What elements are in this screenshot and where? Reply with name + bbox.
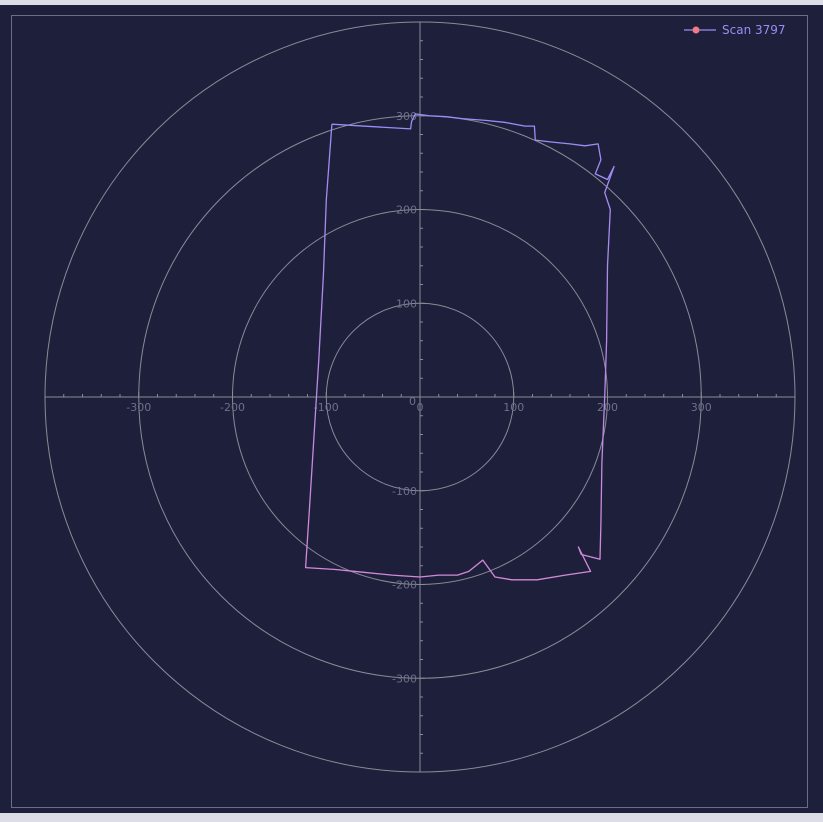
legend-marker: [692, 26, 700, 34]
y-tick-label: 200: [396, 204, 417, 217]
series-layer: [304, 113, 615, 581]
x-tick-label: -300: [126, 401, 151, 414]
series-trace-0: [304, 113, 615, 581]
y-tick-label: -200: [392, 579, 417, 592]
x-tick-label: 300: [691, 401, 712, 414]
x-tick-label: -200: [220, 401, 245, 414]
origin-label: 0: [409, 395, 416, 408]
y-tick-label: -300: [392, 672, 417, 685]
x-tick-label: 0: [417, 401, 424, 414]
x-tick-label: 200: [597, 401, 618, 414]
y-tick-label: -100: [392, 485, 417, 498]
legend[interactable]: Scan 3797: [684, 23, 786, 37]
polar-plot[interactable]: -300 -200 -100 0 100 200 300 -300 -200 -100 100 200…: [0, 5, 823, 813]
plot-window: -300 -200 -100 0 100 200 300 -300 -200 -100 100 200…: [0, 5, 823, 813]
legend-label: Scan 3797: [722, 23, 786, 37]
y-tick-label: 100: [396, 297, 417, 310]
x-tick-label: 100: [503, 401, 524, 414]
x-tick-label: -100: [314, 401, 339, 414]
